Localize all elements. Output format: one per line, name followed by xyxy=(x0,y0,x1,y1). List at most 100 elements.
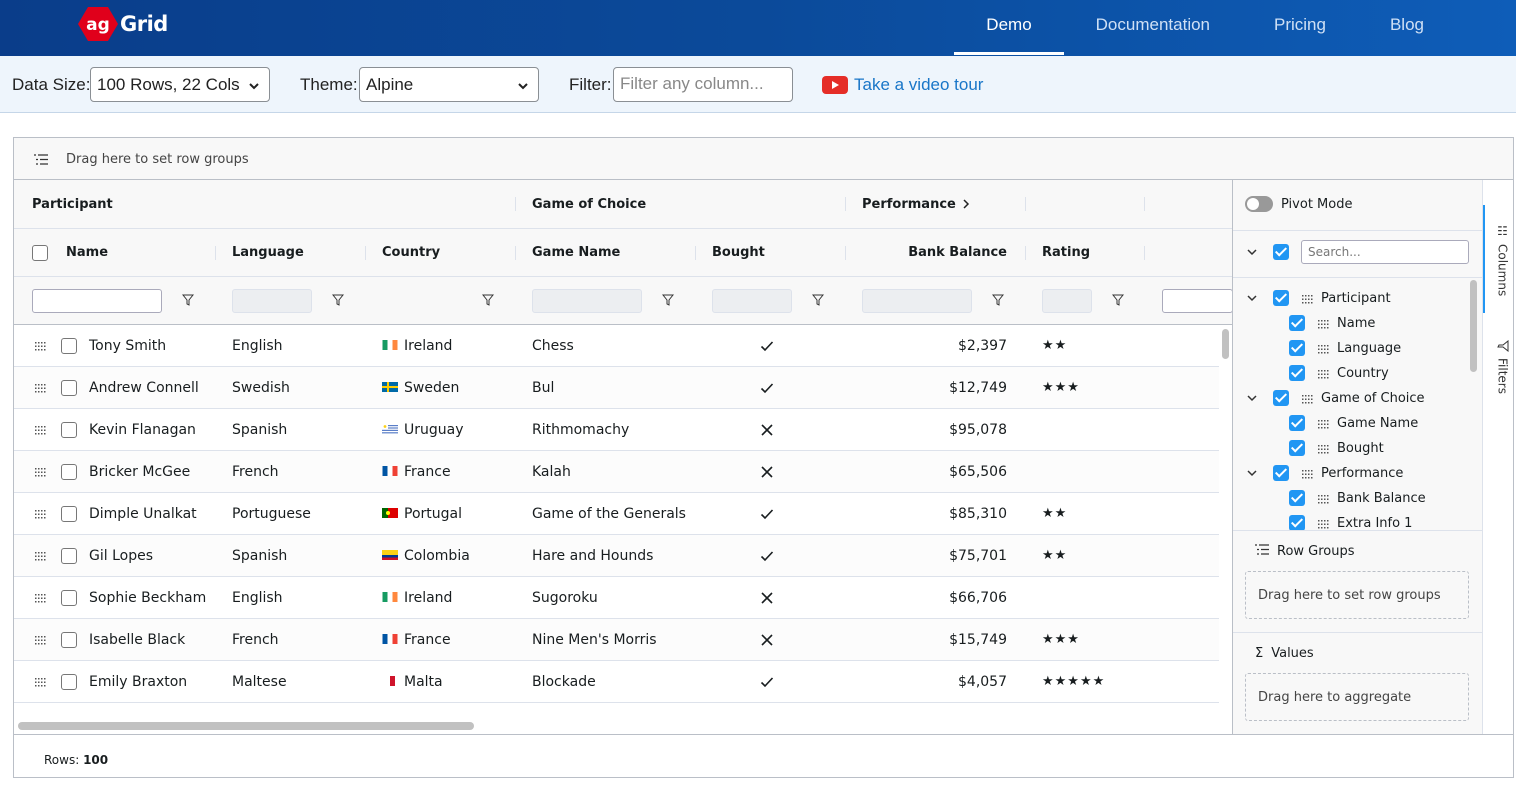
header-language[interactable]: Language xyxy=(232,229,304,276)
drag-handle-icon[interactable] xyxy=(1317,444,1329,454)
row-select-checkbox[interactable] xyxy=(61,337,77,354)
bank-balance-cell[interactable]: $4,057 xyxy=(862,661,1007,702)
row-select-checkbox[interactable] xyxy=(61,379,77,396)
bank-balance-cell[interactable]: $12,749 xyxy=(862,367,1007,408)
name-cell[interactable]: Isabelle Black xyxy=(89,619,185,660)
vertical-scroll-thumb[interactable] xyxy=(1222,329,1229,359)
tab-columns[interactable]: ☷ Columns xyxy=(1483,224,1514,296)
column-tree-item[interactable]: Name xyxy=(1233,311,1471,336)
drag-handle-icon[interactable] xyxy=(1301,394,1313,404)
name-cell[interactable]: Gil Lopes xyxy=(89,535,153,576)
rating-stars-cell[interactable]: ★★★ xyxy=(1042,619,1080,660)
drag-handle-icon[interactable] xyxy=(1301,469,1313,479)
row-select-checkbox[interactable] xyxy=(61,505,77,522)
group-header-performance[interactable]: Performance xyxy=(862,180,970,228)
drag-handle-icon[interactable] xyxy=(34,425,46,435)
column-tree-item[interactable]: Bought xyxy=(1233,436,1471,461)
nav-blog-link[interactable]: Blog xyxy=(1358,0,1456,56)
pivot-mode-toggle[interactable]: Pivot Mode xyxy=(1245,196,1352,212)
language-cell[interactable]: Spanish xyxy=(232,409,287,450)
drag-handle-icon[interactable] xyxy=(1317,319,1329,329)
rating-stars-cell[interactable]: ★★★★★ xyxy=(1042,661,1105,702)
country-cell[interactable]: Portugal xyxy=(382,493,462,534)
values-drop-zone[interactable]: Drag here to aggregate xyxy=(1245,673,1469,721)
extra-filter-input[interactable] xyxy=(1162,289,1233,313)
column-tree-item[interactable]: Game Name xyxy=(1233,411,1471,436)
header-name[interactable]: Name xyxy=(66,229,108,276)
language-cell[interactable]: French xyxy=(232,619,279,660)
bought-cell[interactable] xyxy=(760,535,774,576)
bank-balance-cell[interactable]: $95,078 xyxy=(862,409,1007,450)
column-visible-checkbox[interactable] xyxy=(1289,315,1305,331)
drag-handle-icon[interactable] xyxy=(1301,294,1313,304)
game-name-cell[interactable]: Sugoroku xyxy=(532,577,598,618)
bought-cell[interactable] xyxy=(760,325,774,366)
drag-handle-icon[interactable] xyxy=(1317,369,1329,379)
drag-handle-icon[interactable] xyxy=(1317,519,1329,529)
game-name-cell[interactable]: Blockade xyxy=(532,661,596,702)
select-all-columns-checkbox[interactable] xyxy=(1273,244,1289,260)
language-cell[interactable]: French xyxy=(232,451,279,492)
country-cell[interactable]: Sweden xyxy=(382,367,459,408)
game-name-cell[interactable]: Bul xyxy=(532,367,554,408)
header-rating[interactable]: Rating xyxy=(1042,229,1090,276)
video-tour-link[interactable]: Take a video tour xyxy=(822,75,983,95)
drag-handle-icon[interactable] xyxy=(1317,494,1329,504)
game-name-cell[interactable]: Kalah xyxy=(532,451,571,492)
name-cell[interactable]: Bricker McGee xyxy=(89,451,190,492)
row-select-checkbox[interactable] xyxy=(61,673,77,690)
chevron-right-icon[interactable] xyxy=(962,199,970,209)
rating-stars-cell[interactable]: ★★★ xyxy=(1042,367,1080,408)
column-tree-group[interactable]: Performance xyxy=(1233,461,1471,486)
rating-stars-cell[interactable]: ★★ xyxy=(1042,493,1067,534)
drag-handle-icon[interactable] xyxy=(34,677,46,687)
nav-pricing-link[interactable]: Pricing xyxy=(1242,0,1358,56)
column-visible-checkbox[interactable] xyxy=(1289,490,1305,506)
column-tree-group[interactable]: Game of Choice xyxy=(1233,386,1471,411)
data-size-select[interactable]: 100 Rows, 22 Cols xyxy=(90,67,270,102)
column-tree-group[interactable]: Participant xyxy=(1233,286,1471,311)
name-cell[interactable]: Emily Braxton xyxy=(89,661,187,702)
country-cell[interactable]: Malta xyxy=(382,661,443,702)
table-row[interactable]: Sophie Beckham English Ireland Sugoroku $66,… xyxy=(14,577,1219,619)
column-tree-item[interactable]: Language xyxy=(1233,336,1471,361)
table-row[interactable]: Bricker McGee French France Kalah $65,506 xyxy=(14,451,1219,493)
table-row[interactable]: Dimple Unalkat Portuguese Portugal Game of … xyxy=(14,493,1219,535)
game-name-cell[interactable]: Hare and Hounds xyxy=(532,535,653,576)
language-cell[interactable]: Portuguese xyxy=(232,493,311,534)
rating-stars-cell[interactable]: ★★ xyxy=(1042,535,1067,576)
column-visible-checkbox[interactable] xyxy=(1289,415,1305,431)
bank-balance-cell[interactable]: $15,749 xyxy=(862,619,1007,660)
language-cell[interactable]: Spanish xyxy=(232,535,287,576)
filter-icon[interactable] xyxy=(1112,294,1124,306)
name-cell[interactable]: Tony Smith xyxy=(89,325,166,366)
drag-handle-icon[interactable] xyxy=(34,509,46,519)
table-row[interactable]: Emily Braxton Maltese Malta Blockade $4,057 ★… xyxy=(14,661,1219,703)
horizontal-scroll-thumb[interactable] xyxy=(18,722,474,730)
column-visible-checkbox[interactable] xyxy=(1273,390,1289,406)
column-visible-checkbox[interactable] xyxy=(1273,465,1289,481)
column-tree-item[interactable]: Extra Info 1 xyxy=(1233,511,1471,530)
chevron-down-icon[interactable] xyxy=(1247,395,1257,402)
game-name-cell[interactable]: Nine Men's Morris xyxy=(532,619,657,660)
bought-cell[interactable] xyxy=(760,619,774,660)
rating-stars-cell[interactable]: ★★ xyxy=(1042,325,1067,366)
name-cell[interactable]: Sophie Beckham xyxy=(89,577,206,618)
column-tree-item[interactable]: Country xyxy=(1233,361,1471,386)
header-bank-balance[interactable]: Bank Balance xyxy=(862,229,1007,276)
filter-icon[interactable] xyxy=(662,294,674,306)
bought-cell[interactable] xyxy=(760,409,774,450)
column-visible-checkbox[interactable] xyxy=(1289,515,1305,530)
row-select-checkbox[interactable] xyxy=(61,589,77,606)
bank-balance-cell[interactable]: $2,397 xyxy=(862,325,1007,366)
bank-balance-cell[interactable]: $85,310 xyxy=(862,493,1007,534)
column-visible-checkbox[interactable] xyxy=(1289,440,1305,456)
bank-balance-cell[interactable]: $65,506 xyxy=(862,451,1007,492)
bank-balance-cell[interactable]: $66,706 xyxy=(862,577,1007,618)
country-cell[interactable]: France xyxy=(382,451,451,492)
filter-icon[interactable] xyxy=(812,294,824,306)
language-cell[interactable]: Maltese xyxy=(232,661,287,702)
column-list-scroll-thumb[interactable] xyxy=(1470,280,1477,372)
drag-handle-icon[interactable] xyxy=(34,467,46,477)
country-cell[interactable]: Ireland xyxy=(382,325,452,366)
